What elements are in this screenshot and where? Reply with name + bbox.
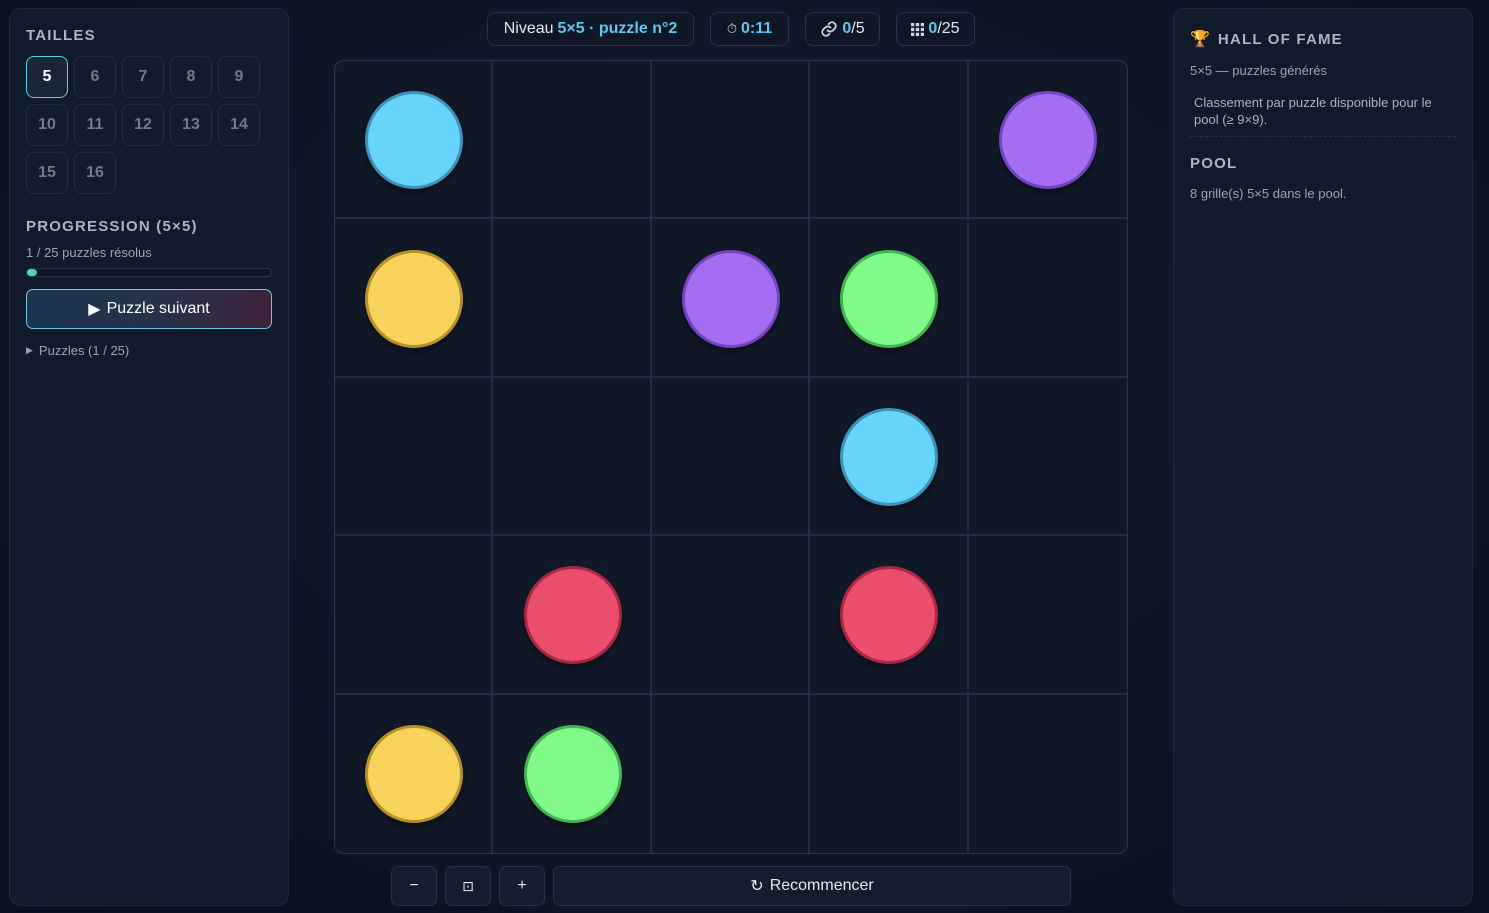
puzzles-toggle[interactable]: ▶ Puzzles (1 / 25)	[26, 343, 272, 358]
level-value: 5×5 · puzzle n°2	[557, 20, 678, 37]
size-grid: 5 6 7 8 9 10 11 12 13 14 15 16	[26, 56, 272, 194]
board-cell[interactable]	[651, 61, 811, 220]
board-cell[interactable]	[651, 536, 811, 695]
cells-counter: 0/25	[896, 12, 975, 46]
fit-icon: ⊡	[462, 877, 474, 894]
hall-of-fame-title: HALL OF FAME	[1217, 30, 1343, 48]
size-button-6[interactable]: 6	[74, 56, 116, 98]
size-button-11[interactable]: 11	[74, 104, 116, 146]
purple-endpoint-dot[interactable]	[682, 249, 780, 348]
hall-of-fame-subtitle: 5×5 — puzzles générés	[1190, 63, 1327, 78]
size-button-13[interactable]: 13	[170, 104, 212, 146]
play-icon: ▶	[88, 301, 101, 318]
pool-title: POOL	[1190, 155, 1238, 172]
link-icon	[821, 21, 837, 37]
size-button-10[interactable]: 10	[26, 104, 68, 146]
trophy-icon: 🏆	[1190, 31, 1210, 48]
size-button-8[interactable]: 8	[170, 56, 212, 98]
size-button-14[interactable]: 14	[218, 104, 260, 146]
size-button-7[interactable]: 7	[122, 56, 164, 98]
board-cell[interactable]	[969, 695, 1127, 853]
board-cell[interactable]	[493, 377, 652, 537]
blue-endpoint-dot[interactable]	[840, 408, 939, 506]
left-panel: TAILLES 5 6 7 8 9 10 11 12 13 14 15 16 PROGRESSION …	[9, 8, 289, 906]
next-puzzle-label: Puzzle suivant	[106, 300, 210, 317]
app-root: TAILLES 5 6 7 8 9 10 11 12 13 14 15 16 PROGRESSION …	[0, 0, 1489, 913]
triangle-right-icon: ▶	[26, 345, 33, 355]
board-cell[interactable]	[651, 377, 811, 537]
stopwatch-icon: ⏱	[726, 21, 737, 36]
timer: ⏱ 0:11	[710, 12, 789, 46]
red-endpoint-dot[interactable]	[523, 566, 622, 665]
progress-title: PROGRESSION (5×5)	[26, 218, 198, 235]
board-cell[interactable]	[335, 377, 494, 537]
level-prefix: Niveau	[503, 20, 554, 37]
pool-text: 8 grille(s) 5×5 dans le pool.	[1190, 186, 1347, 201]
restart-icon: ↻	[750, 878, 764, 895]
size-button-9[interactable]: 9	[218, 56, 260, 98]
minus-icon: −	[409, 877, 419, 894]
size-button-12[interactable]: 12	[122, 104, 164, 146]
links-value: 0	[842, 20, 852, 37]
board-cell[interactable]	[810, 61, 969, 220]
links-counter: 0/5	[805, 12, 880, 46]
size-button-16[interactable]: 16	[74, 152, 116, 194]
game-board[interactable]	[334, 60, 1128, 854]
fit-view-button[interactable]: ⊡	[445, 866, 491, 906]
purple-endpoint-dot[interactable]	[998, 91, 1097, 190]
green-endpoint-dot[interactable]	[840, 249, 939, 348]
board-cell[interactable]	[493, 219, 652, 378]
blue-endpoint-dot[interactable]	[365, 91, 464, 190]
yellow-endpoint-dot[interactable]	[365, 724, 464, 823]
board-cell[interactable]	[335, 536, 494, 695]
yellow-endpoint-dot[interactable]	[365, 249, 464, 348]
progress-fill	[27, 269, 37, 276]
timer-value: 0:11	[741, 20, 773, 37]
links-total: /5	[851, 20, 865, 37]
right-panel: 🏆 HALL OF FAME 5×5 — puzzles générés Cla…	[1173, 8, 1473, 906]
cells-total: /25	[937, 20, 960, 37]
green-endpoint-dot[interactable]	[523, 724, 622, 823]
board-cell[interactable]	[810, 694, 969, 853]
grid-icon	[911, 22, 925, 36]
size-button-5[interactable]: 5	[26, 56, 68, 98]
plus-icon: +	[517, 877, 527, 894]
hall-of-fame-header: 🏆 HALL OF FAME	[1190, 29, 1456, 49]
restart-button[interactable]: ↻ Recommencer	[553, 866, 1071, 906]
board-cell[interactable]	[968, 219, 1127, 378]
board-cell[interactable]	[493, 61, 652, 220]
board-cell[interactable]	[652, 694, 811, 853]
zoom-in-button[interactable]: +	[499, 866, 545, 906]
zoom-out-button[interactable]: −	[391, 866, 437, 906]
level-indicator: Niveau 5×5 · puzzle n°2	[487, 12, 694, 46]
progress-text: 1 / 25 puzzles résolus	[26, 245, 152, 260]
size-button-15[interactable]: 15	[26, 152, 68, 194]
sizes-title: TAILLES	[26, 27, 96, 44]
board-cell[interactable]	[968, 536, 1127, 695]
progress-bar	[26, 268, 272, 277]
hall-of-fame-note: Classement par puzzle disponible pour le…	[1190, 94, 1456, 137]
next-puzzle-button[interactable]: ▶ Puzzle suivant	[26, 289, 272, 329]
puzzles-toggle-label: Puzzles (1 / 25)	[38, 343, 130, 358]
cells-value: 0	[928, 20, 938, 37]
board-cell[interactable]	[968, 378, 1127, 537]
restart-label: Recommencer	[769, 877, 874, 894]
